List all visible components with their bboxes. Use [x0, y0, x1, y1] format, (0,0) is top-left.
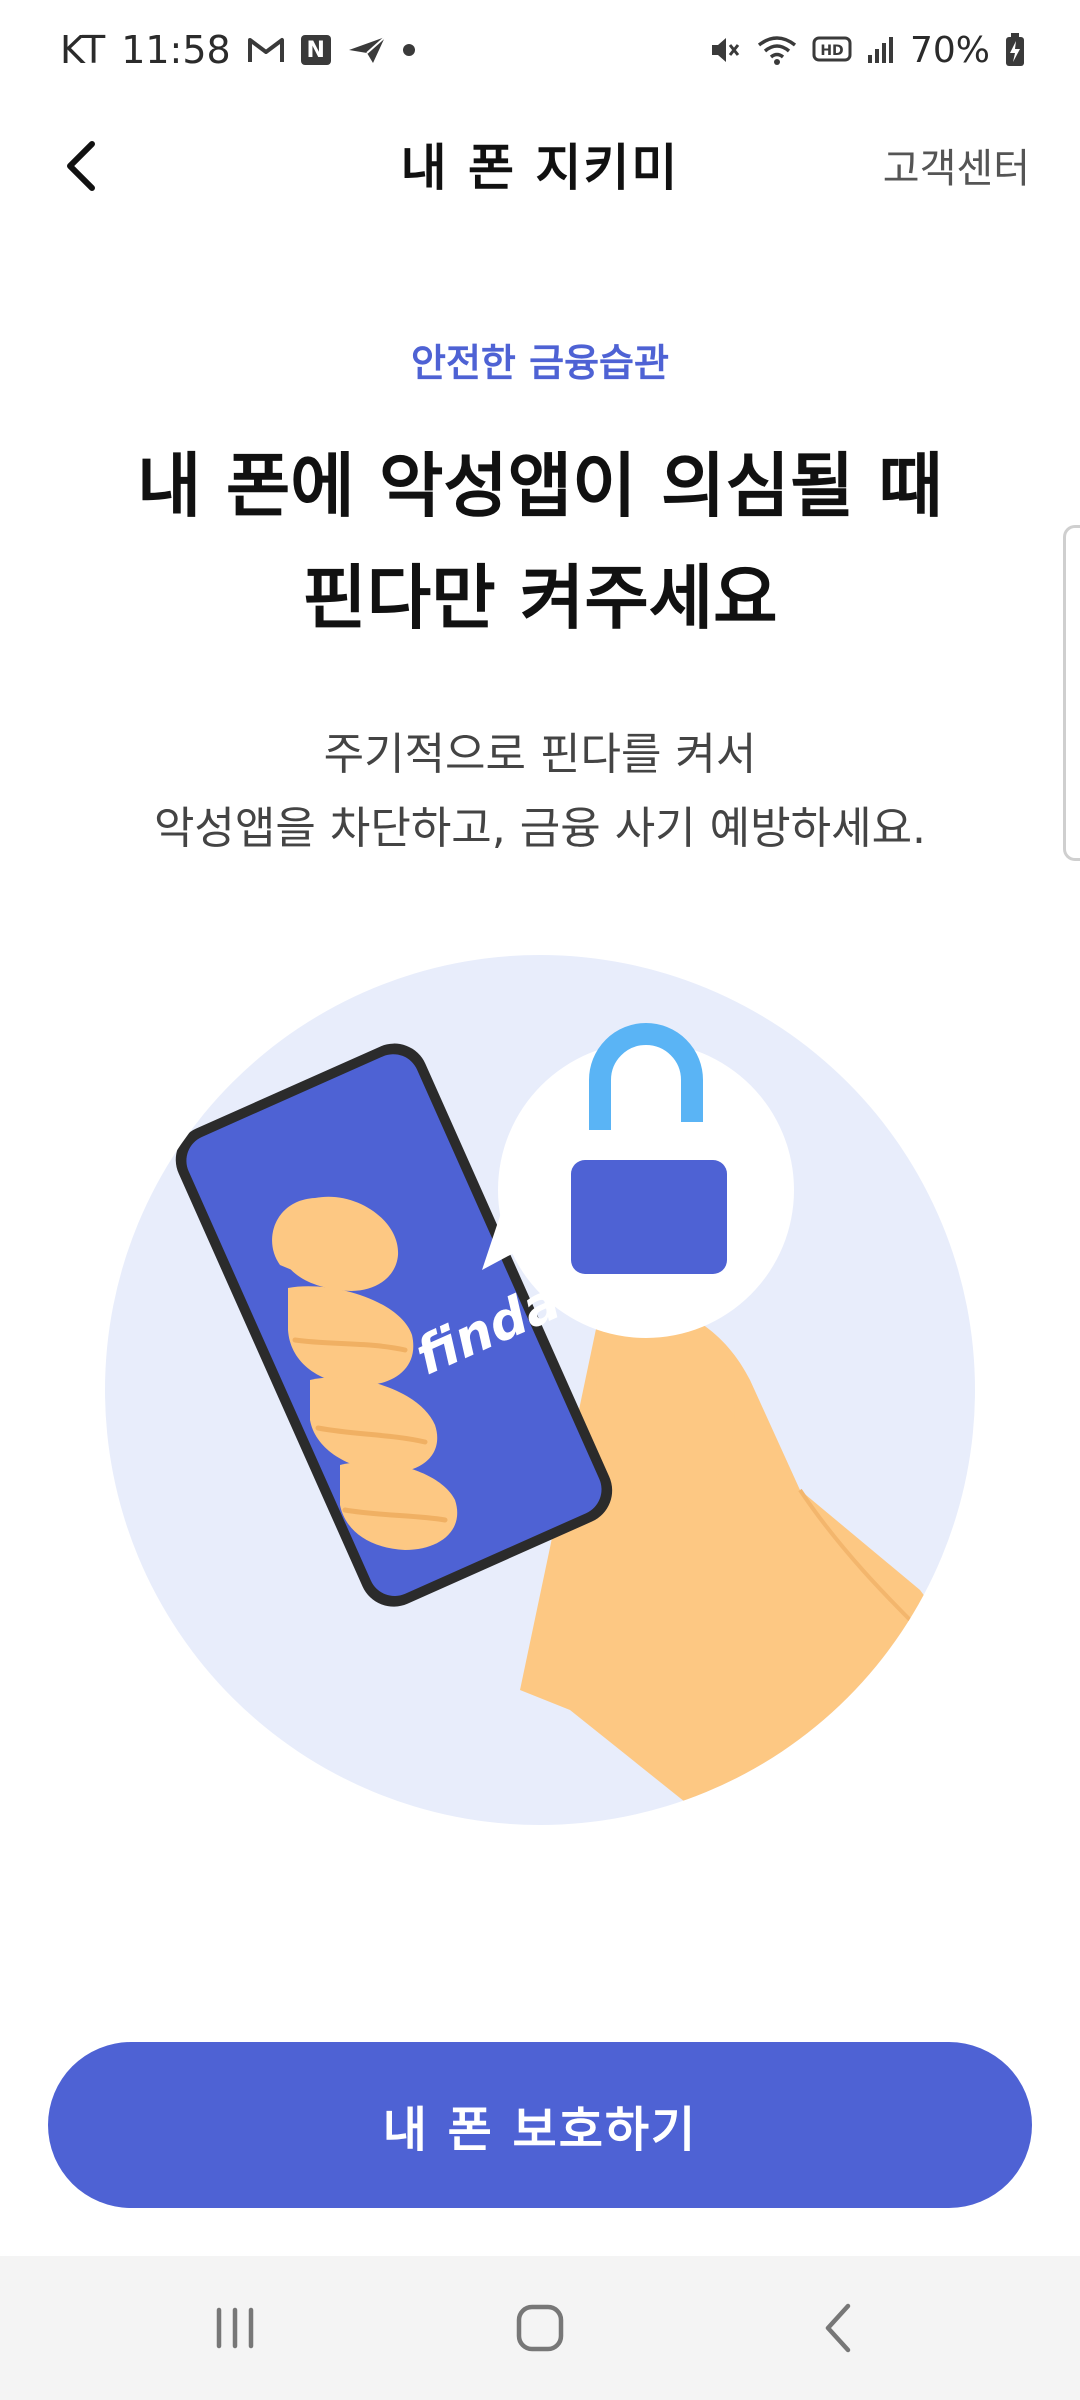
- customer-center-link[interactable]: 고객센터: [883, 136, 1030, 194]
- status-bar: KT 11:58 N HD 70%: [0, 0, 1080, 100]
- headline: 내 폰에 악성앱이 의심될 때 핀다만 켜주세요: [0, 430, 1080, 654]
- battery-charging-icon: [1004, 32, 1026, 68]
- carrier-label: KT: [60, 28, 106, 72]
- app-header: 내 폰 지키미 고객센터: [0, 100, 1080, 230]
- status-bar-right: HD 70%: [708, 24, 1026, 76]
- screen: KT 11:58 N HD 70% 내 폰 지키미 고객센터 안전한 금융습관 …: [0, 0, 1080, 2400]
- dot-icon: [402, 44, 415, 56]
- headline-line-2: 핀다만 켜주세요: [302, 557, 778, 639]
- gmail-icon: [247, 35, 285, 65]
- recent-apps-icon: [216, 2307, 254, 2349]
- phone-security-illustration: finda: [100, 950, 980, 1830]
- system-back-button[interactable]: [780, 2288, 900, 2368]
- hd-icon: HD: [812, 35, 852, 65]
- naver-icon: N: [300, 35, 331, 65]
- system-nav-bar: [0, 2256, 1080, 2400]
- signal-icon: [866, 35, 896, 65]
- wifi-icon: [756, 33, 798, 67]
- description-line-1: 주기적으로 핀다를 켜서: [323, 729, 757, 780]
- back-icon: [825, 2303, 851, 2353]
- headline-line-1: 내 폰에 악성앱이 의심될 때: [137, 445, 943, 527]
- edge-panel-handle[interactable]: [1063, 525, 1080, 861]
- protect-my-phone-button[interactable]: 내 폰 보호하기: [48, 2042, 1032, 2208]
- send-icon: [347, 35, 387, 65]
- description-line-2: 악성앱을 차단하고, 금융 사기 예방하세요.: [153, 803, 927, 854]
- home-icon: [516, 2304, 564, 2352]
- hd-label: HD: [820, 43, 843, 59]
- battery-percent: 70%: [909, 29, 990, 71]
- eyebrow-label: 안전한 금융습관: [411, 341, 669, 385]
- home-button[interactable]: [480, 2288, 600, 2368]
- recent-apps-button[interactable]: [175, 2288, 295, 2368]
- status-bar-left: KT 11:58 N: [60, 24, 415, 76]
- mute-icon: [708, 33, 742, 67]
- description: 주기적으로 핀다를 켜서 악성앱을 차단하고, 금융 사기 예방하세요.: [0, 718, 1080, 866]
- clock: 11:58: [121, 28, 231, 72]
